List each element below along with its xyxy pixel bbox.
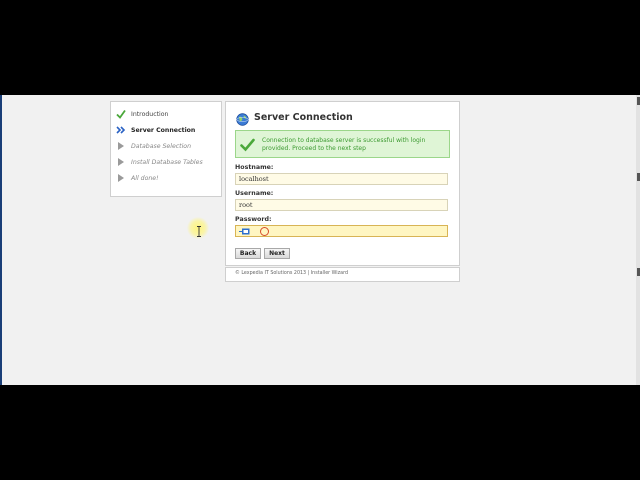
hostname-label: Hostname: bbox=[235, 164, 274, 171]
arrow-right-icon bbox=[116, 173, 126, 183]
panel-header: Server Connection bbox=[236, 111, 353, 126]
step-all-done: All done! bbox=[116, 171, 159, 185]
check-icon bbox=[240, 137, 255, 152]
step-database-selection: Database Selection bbox=[116, 139, 191, 153]
scrollbar[interactable] bbox=[636, 95, 640, 385]
left-edge-bar bbox=[0, 95, 2, 385]
text-cursor-icon bbox=[196, 222, 202, 237]
page-title: Server Connection bbox=[254, 112, 353, 123]
username-label: Username: bbox=[235, 190, 274, 197]
steps-panel: Introduction Server Connection Database … bbox=[110, 101, 222, 197]
globe-icon bbox=[236, 111, 249, 126]
password-manager-icon[interactable] bbox=[239, 228, 250, 235]
hostname-input[interactable]: localhost bbox=[235, 173, 448, 185]
browser-viewport: Introduction Server Connection Database … bbox=[0, 95, 640, 385]
step-introduction: Introduction bbox=[116, 107, 168, 121]
step-label: Server Connection bbox=[131, 126, 196, 134]
server-connection-panel: Server Connection Connection to database… bbox=[225, 101, 460, 266]
back-button[interactable]: Back bbox=[235, 248, 261, 259]
username-input[interactable]: root bbox=[235, 199, 448, 211]
arrow-right-icon bbox=[116, 157, 126, 167]
alert-message: Connection to database server is success… bbox=[262, 137, 426, 152]
success-alert: Connection to database server is success… bbox=[235, 130, 450, 158]
step-label: Introduction bbox=[131, 110, 169, 118]
click-indicator-icon bbox=[260, 227, 269, 236]
step-install-tables: Install Database Tables bbox=[116, 155, 203, 169]
step-label: Install Database Tables bbox=[131, 158, 203, 166]
password-input[interactable] bbox=[235, 225, 448, 237]
check-icon bbox=[116, 109, 126, 119]
password-label: Password: bbox=[235, 216, 272, 223]
next-button[interactable]: Next bbox=[264, 248, 290, 259]
step-label: All done! bbox=[131, 174, 159, 182]
double-chevron-icon bbox=[116, 125, 126, 135]
footer: © Lexpedia IT Solutions 2013 | Installer… bbox=[225, 267, 460, 282]
step-label: Database Selection bbox=[131, 142, 192, 150]
arrow-right-icon bbox=[116, 141, 126, 151]
step-server-connection: Server Connection bbox=[116, 123, 195, 137]
footer-text: © Lexpedia IT Solutions 2013 | Installer… bbox=[235, 271, 349, 276]
